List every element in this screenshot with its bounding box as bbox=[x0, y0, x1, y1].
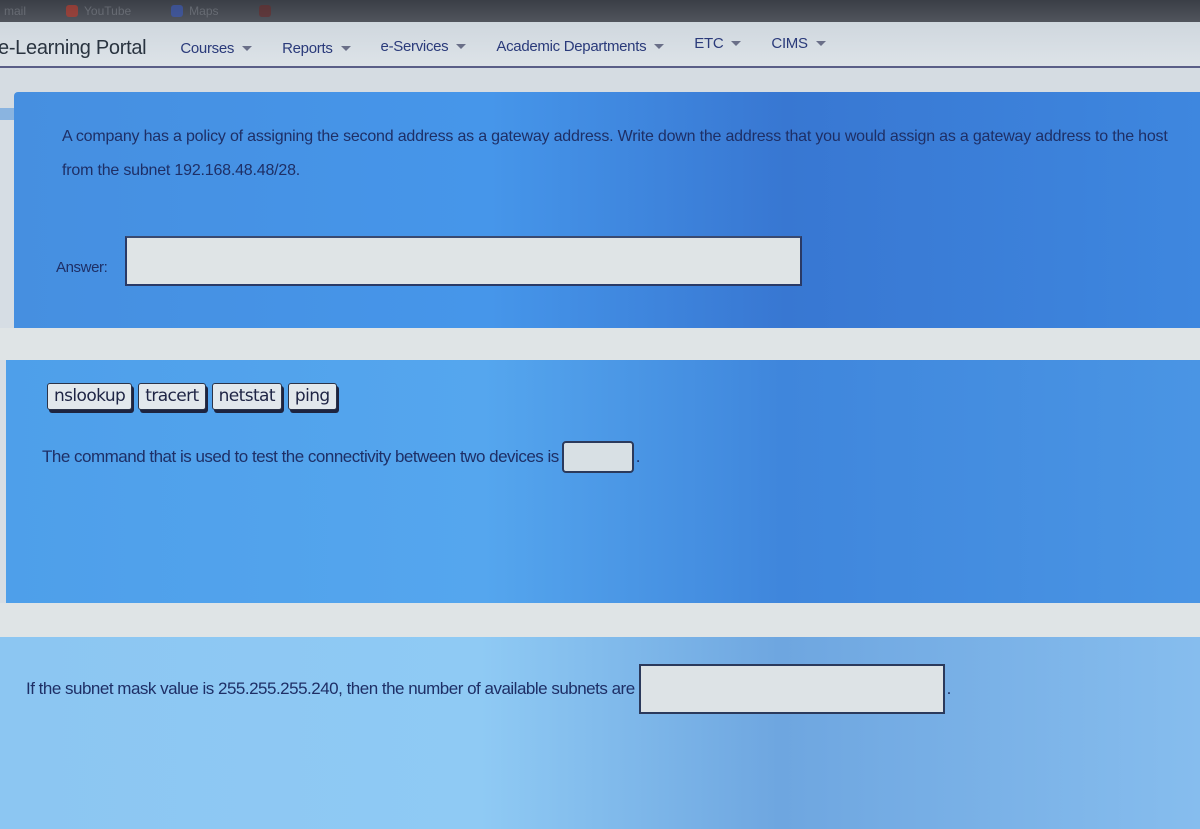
bookmark-icon bbox=[258, 5, 271, 17]
subnets-answer-input[interactable] bbox=[638, 664, 945, 714]
chevron-down-icon bbox=[654, 43, 665, 49]
chevron-down-icon bbox=[340, 45, 351, 51]
question-2-sentence: The command that is used to test the con… bbox=[42, 441, 641, 473]
nav-academic-departments[interactable]: Academic Departments bbox=[496, 37, 665, 55]
nav-reports[interactable]: Reports bbox=[282, 39, 351, 57]
option-ping[interactable]: ping bbox=[287, 383, 337, 410]
browser-bookmarks-bar: mail YouTube Maps bbox=[0, 0, 1200, 22]
youtube-icon bbox=[66, 5, 79, 17]
bookmark-label: Maps bbox=[189, 4, 219, 18]
nav-etc[interactable]: ETC bbox=[694, 34, 742, 52]
nav-cims[interactable]: CIMS bbox=[771, 34, 826, 52]
sentence-period: . bbox=[635, 447, 641, 466]
nav-label: CIMS bbox=[771, 34, 808, 52]
portal-brand[interactable]: e-Learning Portal bbox=[0, 37, 147, 60]
nav-label: Reports bbox=[282, 39, 333, 57]
command-drop-zone[interactable] bbox=[561, 441, 634, 473]
nav-courses[interactable]: Courses bbox=[180, 39, 253, 57]
nav-label: Courses bbox=[180, 39, 235, 57]
answer-label: Answer: bbox=[56, 259, 108, 276]
nav-label: e-Services bbox=[380, 37, 449, 55]
nav-label: ETC bbox=[694, 34, 724, 52]
bookmark-other[interactable] bbox=[258, 5, 271, 17]
option-tracert[interactable]: tracert bbox=[138, 383, 206, 410]
question-1-marker bbox=[0, 108, 14, 120]
nav-label: Academic Departments bbox=[496, 37, 647, 55]
question-3-sentence: If the subnet mask value is 255.255.255.… bbox=[26, 664, 951, 714]
maps-icon bbox=[171, 5, 184, 17]
gateway-answer-input[interactable] bbox=[125, 236, 802, 286]
question-2-text: The command that is used to test the con… bbox=[42, 447, 559, 466]
chevron-down-icon bbox=[456, 43, 467, 49]
bookmark-label: mail bbox=[4, 4, 27, 18]
option-nslookup[interactable]: nslookup bbox=[47, 383, 133, 410]
question-separator bbox=[0, 603, 1200, 637]
chevron-down-icon bbox=[815, 40, 826, 46]
bookmark-maps[interactable]: Maps bbox=[171, 4, 219, 18]
sentence-period: . bbox=[946, 679, 952, 698]
chevron-down-icon bbox=[731, 40, 742, 46]
top-navbar: e-Learning Portal Courses Reports e-Serv… bbox=[0, 22, 1200, 68]
bookmark-youtube[interactable]: YouTube bbox=[66, 4, 131, 18]
bookmark-label: YouTube bbox=[84, 4, 132, 18]
question-separator bbox=[0, 328, 1200, 360]
bookmark-mail[interactable]: mail bbox=[4, 4, 26, 18]
question-1-text: A company has a policy of assigning the … bbox=[62, 128, 1168, 179]
drag-options: nslookup tracert netstat ping bbox=[47, 383, 337, 410]
chevron-down-icon bbox=[242, 45, 253, 51]
option-netstat[interactable]: netstat bbox=[211, 383, 282, 410]
question-3-text: If the subnet mask value is 255.255.255.… bbox=[26, 679, 635, 698]
nav-e-services[interactable]: e-Services bbox=[381, 38, 467, 55]
